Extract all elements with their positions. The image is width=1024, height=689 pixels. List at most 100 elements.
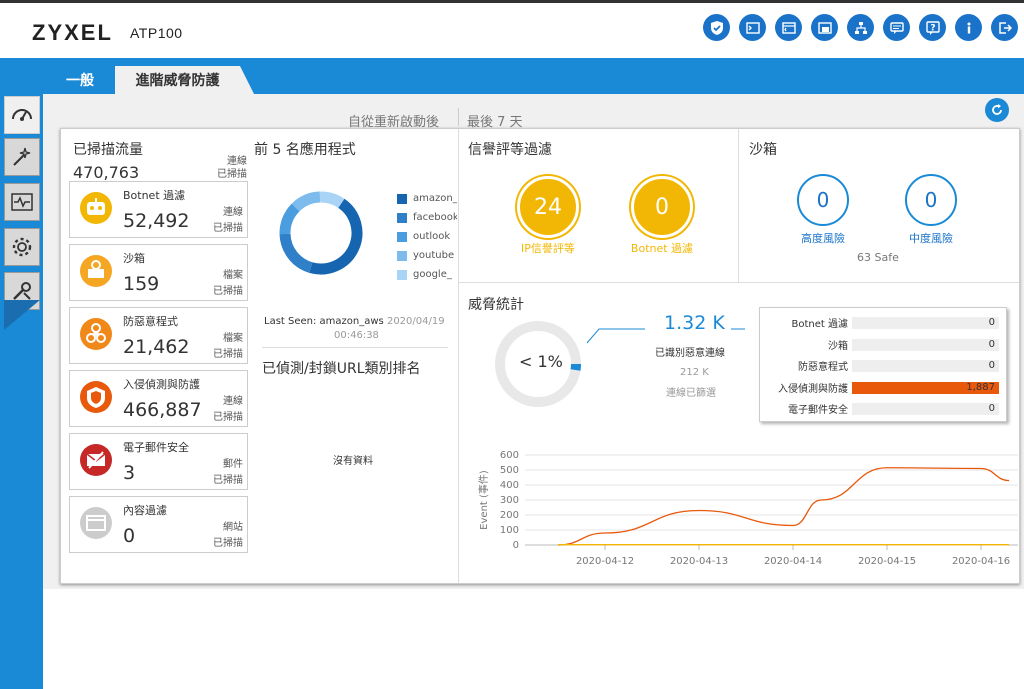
threat-row: 防惡意程式 0 xyxy=(760,355,1008,373)
threat-row-value: 0 xyxy=(988,317,995,328)
threat-row-bar: 1,887 xyxy=(852,381,999,394)
scanned-traffic-title: 已掃描流量 xyxy=(73,142,143,158)
threat-row-label: Botnet 過濾 xyxy=(791,319,849,330)
dashboard-icon[interactable] xyxy=(4,96,40,134)
y-tick-label: 200 xyxy=(500,510,519,521)
scan-card-value: 21,462 xyxy=(123,336,190,358)
refresh-icon[interactable] xyxy=(985,98,1009,122)
sandbox-icon xyxy=(80,255,112,287)
tab-general[interactable]: 一般 xyxy=(50,66,110,94)
scan-card-name: 入侵偵測與防護 xyxy=(123,378,200,391)
window-icon[interactable] xyxy=(811,14,838,41)
events-line-chart: 0 100 200 300 400 500 600 2020-04-12 2020-04-13 2… xyxy=(477,450,1018,567)
scan-card-unit: 郵件 xyxy=(223,459,243,470)
high-risk-label: 高度風險 xyxy=(801,232,845,245)
ip-reputation-count[interactable]: 24 xyxy=(517,176,579,238)
legend-item[interactable]: youtube xyxy=(397,250,457,261)
y-tick-label: 600 xyxy=(500,450,519,461)
network-icon[interactable] xyxy=(847,14,874,41)
donut-slice xyxy=(291,191,321,212)
donut-slice xyxy=(279,233,313,273)
botnet-filter-count[interactable]: 0 xyxy=(631,176,693,238)
scanned-total: 470,763 xyxy=(73,163,140,182)
sandbox-title: 沙箱 xyxy=(749,142,777,158)
scan-card[interactable]: 入侵偵測與防護 466,887 連線 已掃描 xyxy=(69,370,248,427)
threat-percent: < 1% xyxy=(519,352,563,371)
y-tick-label: 100 xyxy=(500,525,519,536)
scan-card[interactable]: 電子郵件安全 3 郵件 已掃描 xyxy=(69,433,248,490)
y-tick-label: 300 xyxy=(500,495,519,506)
scan-card-unit2: 已掃描 xyxy=(213,538,243,549)
x-tick-label: 2020-04-16 xyxy=(952,556,1010,567)
scan-card[interactable]: 內容過濾 0 網站 已掃描 xyxy=(69,496,248,553)
medium-risk-count[interactable]: 0 xyxy=(905,174,957,226)
y-tick-label: 0 xyxy=(513,540,519,551)
robot-icon xyxy=(80,192,112,224)
donut-slice xyxy=(279,203,300,235)
scan-card-value: 0 xyxy=(123,525,136,547)
malicious-connections: 1.32 K xyxy=(664,312,725,334)
medium-risk-label: 中度風險 xyxy=(909,232,953,245)
high-risk-count[interactable]: 0 xyxy=(797,174,849,226)
cli-icon[interactable] xyxy=(775,14,802,41)
scan-card-name: 電子郵件安全 xyxy=(123,441,189,454)
legend-item[interactable]: amazon_ xyxy=(397,193,457,204)
top-bar: ZYXEL ATP100 ? xyxy=(0,0,1024,58)
top-apps-donut xyxy=(279,191,363,275)
tab-advanced-threat-protection[interactable]: 進階威脅防護 xyxy=(115,66,240,94)
top-toolbar: ? xyxy=(703,14,1018,41)
x-tick-label: 2020-04-15 xyxy=(858,556,916,567)
threat-row: 電子郵件安全 0 xyxy=(760,398,1008,416)
donut-slice xyxy=(319,191,345,209)
threat-row: 入侵偵測與防護 1,887 xyxy=(760,377,1008,395)
legend-item[interactable]: outlook xyxy=(397,231,457,242)
threat-row-value: 0 xyxy=(988,360,995,371)
legend-item[interactable]: google_ xyxy=(397,269,457,280)
scan-card[interactable]: 沙箱 159 檔案 已掃描 xyxy=(69,244,248,301)
safe-count: 63 Safe xyxy=(857,251,899,264)
scan-card[interactable]: 防惡意程式 21,462 檔案 已掃描 xyxy=(69,307,248,364)
top-apps-title: 前 5 名應用程式 xyxy=(254,142,356,158)
threat-stats-title: 威脅統計 xyxy=(468,297,524,313)
scan-card-unit2: 已掃描 xyxy=(213,475,243,486)
logout-icon[interactable] xyxy=(991,14,1018,41)
ids-shield-icon xyxy=(80,381,112,413)
filter-divider xyxy=(458,108,459,126)
threat-breakdown: Botnet 過濾 0 沙箱 0 防惡意程式 0 入侵偵測與防護 1,887 電子郵件安全 0 xyxy=(759,307,1007,422)
donut-slice xyxy=(309,198,363,275)
scan-card-unit: 檔案 xyxy=(223,270,243,281)
config-icon[interactable] xyxy=(4,228,40,266)
help-icon[interactable]: ? xyxy=(919,14,946,41)
filtered-connections: 212 K xyxy=(680,367,709,378)
legend-swatch xyxy=(397,212,407,223)
sidebar-shadow xyxy=(4,300,40,330)
filtered-connections-label: 連線已篩選 xyxy=(666,388,716,399)
monitor-icon[interactable] xyxy=(4,183,40,221)
info-icon[interactable] xyxy=(955,14,982,41)
series-line xyxy=(557,467,1010,546)
divider xyxy=(262,347,448,348)
shield-check-icon[interactable] xyxy=(703,14,730,41)
legend-label: amazon_ xyxy=(413,193,457,204)
legend-label: google_ xyxy=(413,269,452,280)
legend-item[interactable]: facebook xyxy=(397,212,457,223)
scan-card[interactable]: Botnet 過濾 52,492 連線 已掃描 xyxy=(69,181,248,238)
chat-icon[interactable] xyxy=(883,14,910,41)
wizard-icon[interactable] xyxy=(4,138,40,176)
threat-row-value: 1,887 xyxy=(966,381,995,393)
x-tick-label: 2020-04-12 xyxy=(576,556,634,567)
threat-row-label: 電子郵件安全 xyxy=(788,405,848,416)
legend-swatch xyxy=(397,269,407,280)
legend-swatch xyxy=(397,193,407,204)
scanned-total-unit: 連線 已掃描 xyxy=(217,156,247,180)
scan-card-value: 52,492 xyxy=(123,210,190,232)
y-tick-label: 400 xyxy=(500,480,519,491)
console-icon[interactable] xyxy=(739,14,766,41)
divider xyxy=(459,282,1019,283)
last-seen: Last Seen: amazon_aws 2020/04/19 xyxy=(264,316,445,327)
divider xyxy=(458,129,459,583)
scan-card-unit: 連線 xyxy=(223,207,243,218)
legend-swatch xyxy=(397,250,407,261)
last-seen-time: 00:46:38 xyxy=(334,330,379,341)
scan-card-name: 內容過濾 xyxy=(123,504,167,517)
